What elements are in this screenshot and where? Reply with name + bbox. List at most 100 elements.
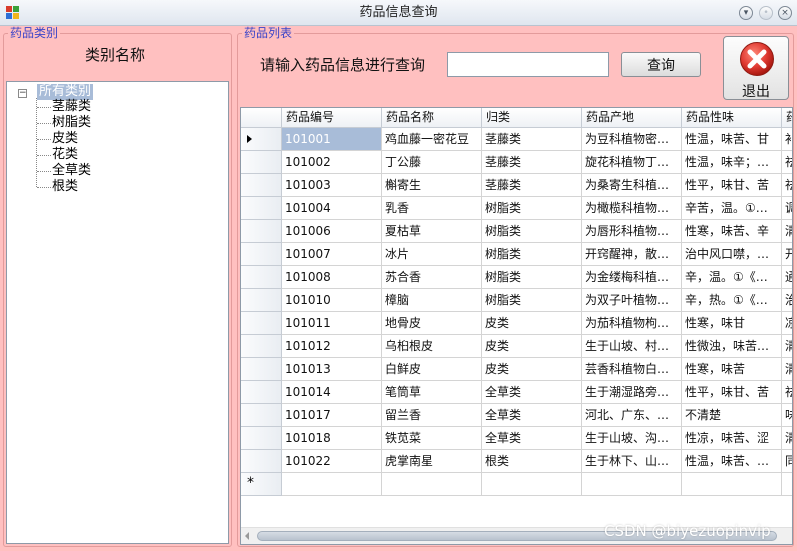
table-cell[interactable]: 祛	[782, 381, 792, 404]
medicine-table[interactable]: 药品编号 药品名称 归类 药品产地 药品性味 药 101001鸡血藤一密花豆茎藤…	[240, 107, 793, 545]
row-header[interactable]	[241, 197, 282, 220]
table-cell[interactable]: 为橄榄科植物…	[582, 197, 682, 220]
table-cell[interactable]: 树脂类	[482, 220, 582, 243]
table-cell[interactable]: 为金缕梅科植…	[582, 266, 682, 289]
row-header[interactable]	[241, 220, 282, 243]
table-cell[interactable]: 调	[782, 197, 792, 220]
row-header[interactable]	[241, 128, 282, 151]
column-header[interactable]: 药品产地	[582, 108, 682, 128]
column-header[interactable]: 药品名称	[382, 108, 482, 128]
table-cell[interactable]: 性温，味苦、…	[682, 450, 782, 473]
table-cell[interactable]: 性温，味苦、甘	[682, 128, 782, 151]
new-row[interactable]: *	[241, 473, 792, 496]
tree-item[interactable]: 茎藤类	[37, 99, 91, 115]
table-cell[interactable]	[582, 473, 682, 496]
table-cell[interactable]: 白鲜皮	[382, 358, 482, 381]
table-cell[interactable]: 铁苋菜	[382, 427, 482, 450]
table-cell[interactable]: 夏枯草	[382, 220, 482, 243]
table-cell[interactable]: 清	[782, 358, 792, 381]
scroll-left-icon[interactable]	[245, 532, 249, 540]
table-cell[interactable]: 全草类	[482, 404, 582, 427]
table-cell[interactable]: 全草类	[482, 381, 582, 404]
table-cell[interactable]: 清	[782, 335, 792, 358]
collapse-toggle-icon[interactable]: −	[18, 89, 27, 98]
row-header[interactable]	[241, 404, 282, 427]
table-cell[interactable]: 性寒，味苦	[682, 358, 782, 381]
table-row[interactable]: 101013白鲜皮皮类芸香科植物白…性寒，味苦清	[241, 358, 792, 381]
table-row[interactable]: 101010樟脑树脂类为双子叶植物…辛，热。①《…治	[241, 289, 792, 312]
table-cell[interactable]: 性平，味甘、苦	[682, 174, 782, 197]
table-cell[interactable]: 茎藤类	[482, 174, 582, 197]
table-cell[interactable]: 辛，温。①《…	[682, 266, 782, 289]
table-cell[interactable]: 皮类	[482, 312, 582, 335]
table-cell[interactable]: 101010	[282, 289, 382, 312]
table-cell[interactable]: 101012	[282, 335, 382, 358]
table-cell[interactable]: 为茄科植物枸…	[582, 312, 682, 335]
table-row[interactable]: 101018铁苋菜全草类生于山坡、沟…性凉，味苦、涩清	[241, 427, 792, 450]
table-cell[interactable]: 冰片	[382, 243, 482, 266]
table-cell[interactable]: 101006	[282, 220, 382, 243]
table-cell[interactable]: 皮类	[482, 358, 582, 381]
table-row[interactable]: 101011地骨皮皮类为茄科植物枸…性寒，味甘凉	[241, 312, 792, 335]
table-cell[interactable]: 101008	[282, 266, 382, 289]
table-cell[interactable]: 性凉，味苦、涩	[682, 427, 782, 450]
table-cell[interactable]: 101002	[282, 151, 382, 174]
category-tree[interactable]: − 所有类别 茎藤类 树脂类 皮类 花类 全草类 根类	[6, 81, 229, 544]
table-cell[interactable]: 皮类	[482, 335, 582, 358]
table-cell[interactable]: 性寒，味甘	[682, 312, 782, 335]
table-cell[interactable]: 乳香	[382, 197, 482, 220]
table-cell[interactable]: 生于山坡、沟…	[582, 427, 682, 450]
table-cell[interactable]: 性温，味辛；…	[682, 151, 782, 174]
tree-root-label[interactable]: 所有类别	[37, 84, 94, 100]
table-cell[interactable]: 茎藤类	[482, 128, 582, 151]
row-header[interactable]	[241, 358, 282, 381]
column-header[interactable]: 归类	[482, 108, 582, 128]
row-header[interactable]	[241, 427, 282, 450]
table-cell[interactable]: 凉	[782, 312, 792, 335]
table-cell[interactable]: 101004	[282, 197, 382, 220]
table-cell[interactable]: 辛苦，温。①…	[682, 197, 782, 220]
column-header[interactable]: 药品性味	[682, 108, 782, 128]
column-header[interactable]: 药	[782, 108, 792, 128]
table-cell[interactable]: 性微浊，味苦…	[682, 335, 782, 358]
table-cell[interactable]: 为桑寄生科植…	[582, 174, 682, 197]
table-cell[interactable]: 河北、广东、…	[582, 404, 682, 427]
table-row[interactable]: 101006夏枯草树脂类为唇形科植物…性寒，味苦、辛清	[241, 220, 792, 243]
table-cell[interactable]: 全草类	[482, 427, 582, 450]
table-cell[interactable]: 101003	[282, 174, 382, 197]
table-cell[interactable]: 通	[782, 266, 792, 289]
table-cell[interactable]: 同	[782, 450, 792, 473]
table-cell[interactable]: 丁公藤	[382, 151, 482, 174]
table-row[interactable]: 101008苏合香树脂类为金缕梅科植…辛，温。①《…通	[241, 266, 792, 289]
table-cell[interactable]: 鸡血藤一密花豆	[382, 128, 482, 151]
table-cell[interactable]: 101013	[282, 358, 382, 381]
row-header[interactable]	[241, 381, 282, 404]
table-cell[interactable]: 为豆科植物密…	[582, 128, 682, 151]
table-row[interactable]: 101014笔筒草全草类生于潮湿路旁…性平，味甘、苦祛	[241, 381, 792, 404]
table-cell[interactable]: 祛	[782, 151, 792, 174]
table-cell[interactable]	[482, 473, 582, 496]
tree-item[interactable]: 根类	[37, 179, 78, 195]
table-cell[interactable]: 树脂类	[482, 243, 582, 266]
table-cell[interactable]: 101011	[282, 312, 382, 335]
tree-item[interactable]: 全草类	[37, 163, 91, 179]
table-row[interactable]: 101004乳香树脂类为橄榄科植物…辛苦，温。①…调	[241, 197, 792, 220]
close-window-button[interactable]: ×	[778, 6, 792, 20]
table-cell[interactable]: 树脂类	[482, 266, 582, 289]
table-row[interactable]: 101007冰片树脂类开窍醒神，散…治中风口噤，…开	[241, 243, 792, 266]
table-cell[interactable]: 101017	[282, 404, 382, 427]
table-cell[interactable]: 树脂类	[482, 197, 582, 220]
table-cell[interactable]: 树脂类	[482, 289, 582, 312]
maximize-button[interactable]: •	[759, 6, 773, 20]
table-cell[interactable]: 地骨皮	[382, 312, 482, 335]
table-cell[interactable]: 开窍醒神，散…	[582, 243, 682, 266]
table-row[interactable]: 101003槲寄生茎藤类为桑寄生科植…性平，味甘、苦祛	[241, 174, 792, 197]
table-cell[interactable]: 乌桕根皮	[382, 335, 482, 358]
table-cell[interactable]: 生于山坡、村…	[582, 335, 682, 358]
table-cell[interactable]: 生于林下、山…	[582, 450, 682, 473]
table-row[interactable]: 101017留兰香全草类河北、广东、…不清楚味	[241, 404, 792, 427]
table-cell[interactable]: 101014	[282, 381, 382, 404]
table-cell[interactable]	[682, 473, 782, 496]
table-cell[interactable]: 味	[782, 404, 792, 427]
table-cell[interactable]: 101022	[282, 450, 382, 473]
